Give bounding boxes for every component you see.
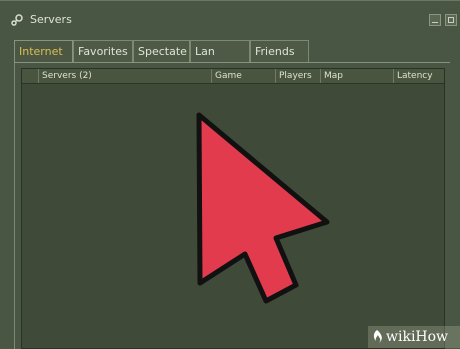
servers-window: Servers Internet Favorites Spectate Lan … xyxy=(0,0,460,349)
tab-friends[interactable]: Friends xyxy=(250,40,309,62)
column-header-servers[interactable]: Servers (2) xyxy=(38,69,211,83)
server-list-header: Servers (2) Game Players Map Latency xyxy=(22,69,444,84)
title-bar: Servers xyxy=(0,1,460,37)
watermark-text: wikiHow xyxy=(386,329,449,345)
steam-icon xyxy=(10,13,24,27)
tab-lan[interactable]: Lan xyxy=(190,40,250,62)
window-title: Servers xyxy=(30,13,72,26)
minimize-button[interactable] xyxy=(429,14,441,26)
wikihow-logo-icon xyxy=(373,330,382,343)
maximize-button[interactable] xyxy=(445,14,457,26)
column-header-game[interactable]: Game xyxy=(211,69,275,83)
tab-internet[interactable]: Internet xyxy=(14,40,73,63)
tab-favorites[interactable]: Favorites xyxy=(73,40,133,62)
tab-spectate[interactable]: Spectate xyxy=(133,40,190,62)
column-header-lock[interactable] xyxy=(22,69,38,83)
column-header-map[interactable]: Map xyxy=(320,69,393,83)
server-list[interactable]: Servers (2) Game Players Map Latency xyxy=(21,68,445,349)
column-header-latency[interactable]: Latency xyxy=(393,69,444,83)
column-header-players[interactable]: Players xyxy=(275,69,320,83)
